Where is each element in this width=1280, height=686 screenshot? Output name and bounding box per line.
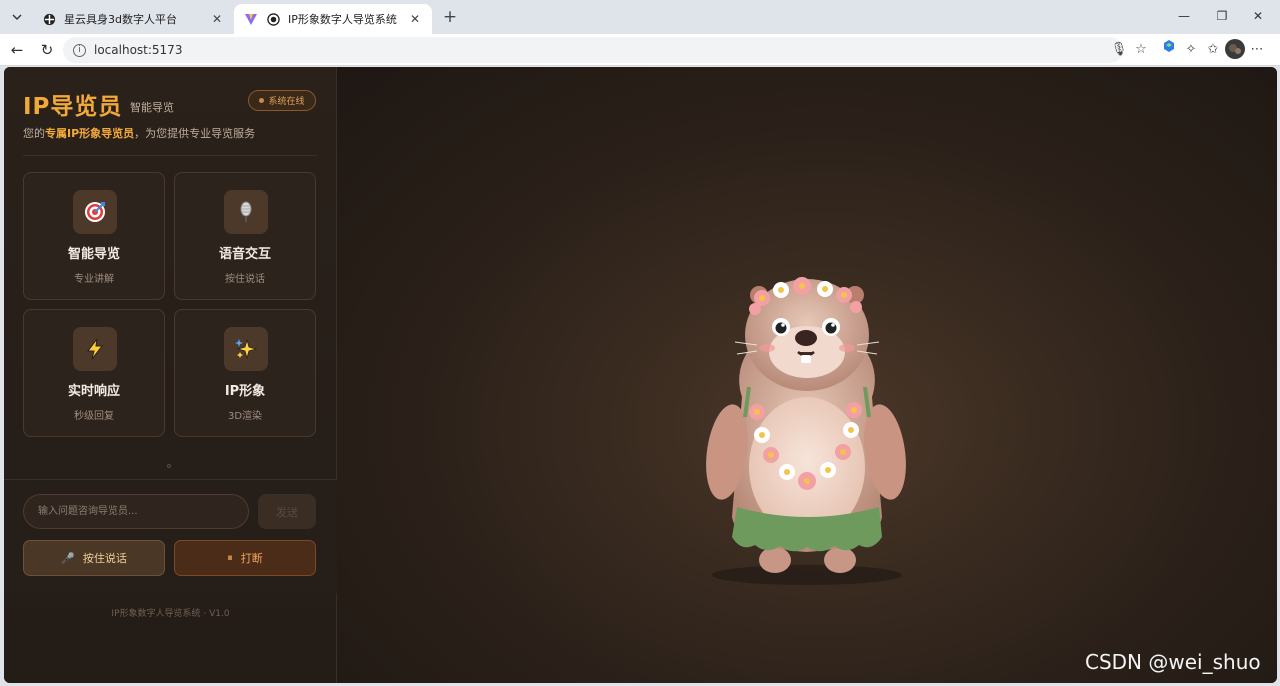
card-title: 语音交互 (218, 247, 271, 262)
status-dot-icon (259, 98, 265, 103)
send-label: 发送 (276, 505, 298, 519)
microphone-icon[interactable]: 🎙 (1108, 39, 1130, 61)
interrupt-label: 打断 (240, 552, 263, 565)
star-icon[interactable]: ☆ (1130, 39, 1152, 61)
url-field[interactable]: i localhost:5173 (63, 37, 1123, 63)
tab-inactive[interactable]: 星云具身3d数字人平台 ✕ (32, 4, 234, 34)
tab-title: 星云具身3d数字人平台 (64, 13, 177, 26)
avatar[interactable] (1224, 39, 1246, 61)
app-page: IP导览员 智能导览 系统在线 您的专属IP形象导览员，为您提供专业导览服务 智… (4, 67, 1277, 683)
app-title: IP导览员 (23, 94, 123, 120)
card-title: 智能导览 (67, 247, 120, 262)
url-text: localhost:5173 (94, 43, 183, 57)
close-window-icon[interactable]: ✕ (1246, 6, 1270, 26)
watermark: CSDN @wei_shuo (1085, 650, 1261, 674)
feature-card-realtime[interactable]: 实时响应 秒级回复 (23, 309, 165, 437)
push-to-talk-button[interactable]: 🎤 按住说话 (23, 540, 165, 576)
microphone-icon (224, 190, 268, 234)
push-to-talk-label: 按住说话 (82, 552, 127, 565)
browser-tab-bar: 星云具身3d数字人平台 ✕ IP形象数字人导览系统 ✕ + — ❐ ✕ (0, 0, 1280, 34)
status-badge: 系统在线 (248, 90, 316, 111)
target-icon (73, 190, 117, 234)
reload-icon[interactable]: ↻ (36, 39, 58, 61)
app-subtitle: 智能导览 (130, 101, 174, 114)
description: 您的专属IP形象导览员，为您提供专业导览服务 (23, 125, 255, 141)
send-button[interactable]: 发送 (258, 494, 316, 529)
tab-search-button[interactable] (6, 6, 28, 28)
pager-dot[interactable] (167, 464, 171, 468)
favorites-icon[interactable]: ✩ (1202, 39, 1224, 61)
lightning-icon (73, 327, 117, 371)
divider (23, 155, 317, 156)
restore-icon[interactable]: ❐ (1210, 6, 1234, 26)
sidebar: IP导览员 智能导览 系统在线 您的专属IP形象导览员，为您提供专业导览服务 智… (4, 67, 337, 683)
footer-version: IP形象数字人导览系统 · V1.0 (111, 609, 230, 619)
extension-shield-icon[interactable] (1158, 39, 1180, 61)
card-subtitle: 按住说话 (225, 274, 265, 285)
feature-card-guide[interactable]: 智能导览 专业讲解 (23, 172, 165, 300)
character-stage (337, 67, 1277, 683)
card-title: 实时响应 (67, 384, 120, 399)
puzzle-icon[interactable]: ✧ (1180, 39, 1202, 61)
sparkles-icon (224, 327, 268, 371)
pause-icon: ⏸ (227, 551, 233, 564)
feature-card-voice[interactable]: 语音交互 按住说话 (174, 172, 316, 300)
microphone-icon: 🎤 (61, 551, 75, 565)
question-input[interactable] (23, 494, 249, 529)
tab-title: IP形象数字人导览系统 (288, 13, 397, 26)
tab-active[interactable]: IP形象数字人导览系统 ✕ (234, 4, 432, 34)
chevron-down-icon (12, 14, 22, 20)
desc-highlight: 专属IP形象导览员 (45, 127, 135, 140)
more-menu-icon[interactable]: ⋯ (1246, 39, 1268, 61)
desc-prefix: 您的 (23, 127, 45, 140)
info-icon[interactable]: i (73, 43, 86, 57)
address-bar-row: ← ↻ i localhost:5173 🎙 ☆ ✧ ✩ ⋯ (0, 34, 1280, 66)
card-subtitle: 专业讲解 (74, 274, 114, 285)
card-subtitle: 秒级回复 (74, 411, 114, 422)
close-icon[interactable]: ✕ (210, 12, 224, 26)
platform-favicon-icon (42, 12, 56, 26)
vite-favicon-icon (244, 12, 258, 26)
new-tab-button[interactable]: + (440, 6, 460, 28)
card-title: IP形象 (224, 384, 266, 399)
status-text: 系统在线 (268, 97, 305, 107)
interrupt-button[interactable]: ⏸ 打断 (174, 540, 316, 576)
card-subtitle: 3D渲染 (227, 411, 263, 422)
close-icon[interactable]: ✕ (408, 12, 422, 26)
recording-icon (266, 12, 280, 26)
feature-card-ip[interactable]: IP形象 3D渲染 (174, 309, 316, 437)
otter-character-illustration (706, 277, 906, 585)
back-arrow-icon[interactable]: ← (6, 39, 28, 61)
minimize-icon[interactable]: — (1172, 6, 1196, 26)
desc-suffix: ，为您提供专业导览服务 (134, 127, 256, 140)
